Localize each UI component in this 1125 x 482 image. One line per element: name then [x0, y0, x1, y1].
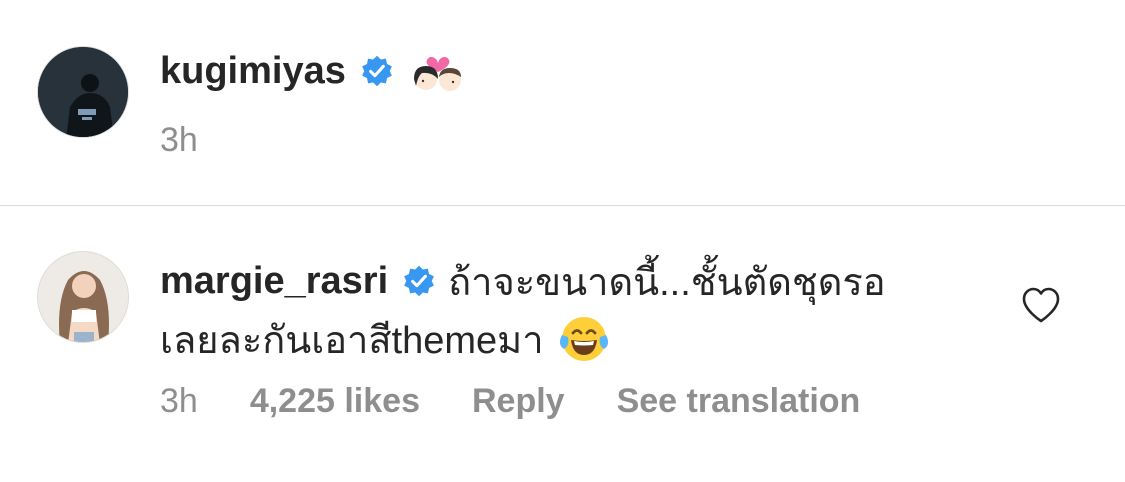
couple-with-heart-icon: [413, 57, 461, 91]
comment-meta: 3h 4,225 likes Reply See translation: [160, 379, 860, 423]
comment-header: kugimiyas: [160, 46, 468, 96]
comment-text: ถ้าจะขนาดนี้...ชั้นตัดชุดรอ: [448, 261, 886, 304]
profile-photo-person-icon: [38, 252, 128, 342]
comment-time: 3h: [160, 120, 198, 159]
likes-count[interactable]: 4,225 likes: [250, 382, 420, 421]
comment-time: 3h: [160, 381, 198, 420]
profile-photo-person-icon: [38, 47, 128, 137]
verified-badge-icon: [404, 265, 435, 297]
comment-margie-rasri: margie_rasri ถ้าจะขนาดนี้...ชั้นตัดชุดรอ…: [0, 207, 1125, 482]
avatar[interactable]: [37, 46, 129, 138]
face-with-tears-of-joy-icon: [559, 317, 608, 361]
divider: [0, 205, 1125, 206]
heart-outline-icon[interactable]: [1021, 286, 1061, 324]
comment-text-line2: เลยละกันเอาสีthemeมา: [160, 313, 610, 365]
avatar[interactable]: [37, 251, 129, 343]
comment-text-continued: เลยละกันเอาสีthemeมา: [160, 319, 544, 362]
comment-header: margie_rasri ถ้าจะขนาดนี้...ชั้นตัดชุดรอ: [160, 255, 886, 307]
username[interactable]: margie_rasri: [160, 260, 388, 303]
reply-button[interactable]: Reply: [472, 382, 565, 421]
username[interactable]: kugimiyas: [160, 50, 346, 93]
comment-meta: 3h: [160, 118, 198, 162]
see-translation-button[interactable]: See translation: [617, 382, 861, 421]
comment-kugimiyas: kugimiyas 3h: [0, 0, 1125, 206]
verified-badge-icon: [362, 55, 392, 87]
